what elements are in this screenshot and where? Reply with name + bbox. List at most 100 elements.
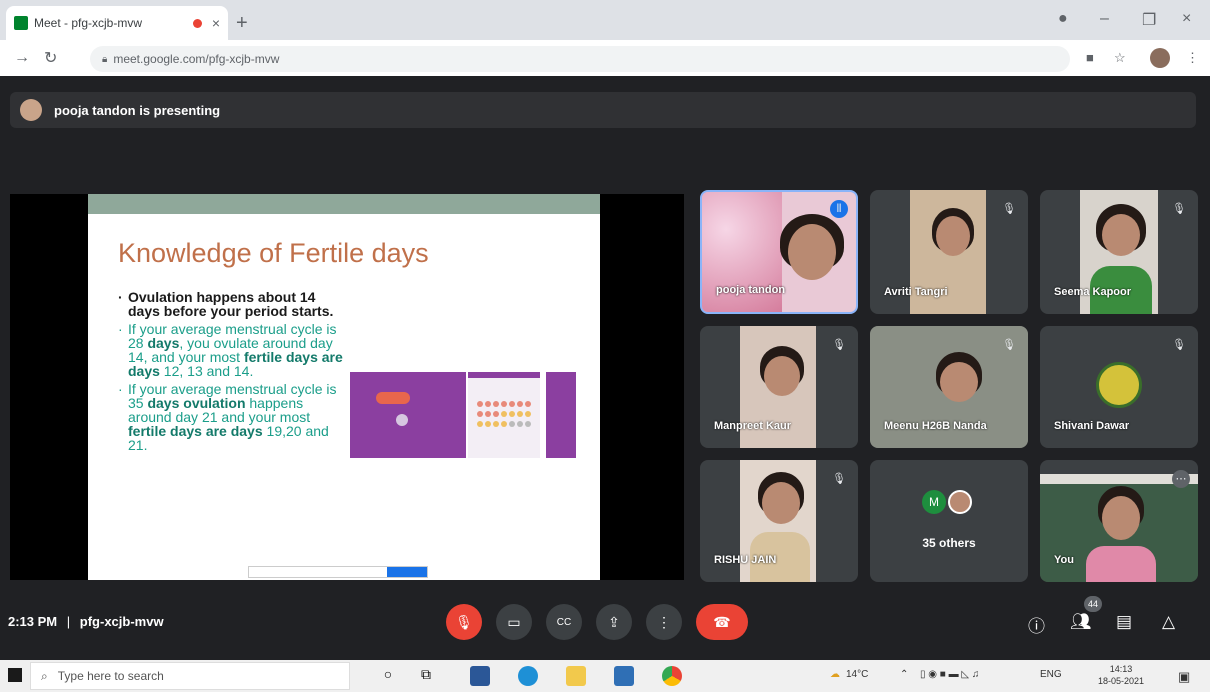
mic-off-icon: 🎙︎	[1172, 339, 1186, 351]
participant-name: pooja tandon	[716, 284, 786, 296]
browser-toolbar: → ↻ 🔒︎ meet.google.com/pfg-xcjb-mvw ■ ☆ …	[0, 40, 1210, 76]
search-icon: ⌕	[41, 668, 48, 683]
tab-title: Meet - pfg-xcjb-mvw	[34, 16, 143, 30]
more-options-button[interactable]: ⋮	[646, 604, 682, 640]
participant-name: Shivani Dawar	[1054, 420, 1130, 432]
presenter-avatar	[20, 99, 42, 121]
participant-video	[788, 224, 836, 280]
presenting-text: pooja tandon is presenting	[54, 102, 221, 118]
participant-count-badge: 44	[1084, 596, 1102, 612]
participant-name: Manpreet Kaur	[714, 420, 792, 432]
reload-icon[interactable]: ↻	[44, 48, 57, 68]
participant-name: Avriti Tangri	[884, 286, 948, 298]
stop-sharing-button[interactable]	[387, 567, 427, 577]
people-icon[interactable]: 👥︎	[1070, 612, 1092, 632]
participant-tile[interactable]: 🎙︎ RISHU JAIN	[700, 460, 858, 582]
speaking-indicator-icon: ⦀	[830, 200, 848, 218]
participant-tile[interactable]: 🎙︎ Avriti Tangri	[870, 190, 1028, 314]
participant-tile[interactable]: 🎙︎ Seema Kapoor	[1040, 190, 1198, 314]
browser-tab[interactable]: Meet - pfg-xcjb-mvw ×	[6, 6, 228, 40]
present-button[interactable]: ⇪	[596, 604, 632, 640]
search-placeholder: Type here to search	[57, 669, 164, 683]
meet-favicon-icon	[14, 16, 28, 30]
hang-up-icon: ☎	[713, 613, 731, 630]
participant-tile[interactable]: ⦀ pooja tandon	[700, 190, 858, 314]
mail-icon[interactable]	[470, 666, 490, 686]
close-tab-icon[interactable]: ×	[212, 15, 220, 31]
participant-name: Seema Kapoor	[1054, 286, 1132, 298]
participant-face	[936, 216, 970, 256]
start-icon[interactable]	[8, 668, 22, 682]
participant-face	[762, 482, 800, 524]
presentation-slide: Knowledge of Fertile days · Ovulation hap…	[88, 194, 600, 580]
others-initial-avatar: M	[922, 490, 946, 514]
clock-time: 14:13	[1109, 664, 1133, 674]
participant-face	[1102, 214, 1140, 256]
new-tab-button[interactable]: +	[236, 12, 248, 35]
store-icon[interactable]	[614, 666, 634, 686]
participant-face	[1102, 496, 1140, 540]
weather-icon: ☁	[830, 669, 840, 680]
taskbar-clock[interactable]: 14:13 18-05-2021	[1098, 663, 1144, 687]
tray-chevron-icon[interactable]: ⌃	[900, 669, 908, 680]
slide-title: Knowledge of Fertile days	[118, 238, 429, 268]
more-options-icon[interactable]: ⋯	[1172, 470, 1190, 488]
participant-tile[interactable]: 🎙︎ Shivani Dawar	[1040, 326, 1198, 448]
address-bar[interactable]: 🔒︎ meet.google.com/pfg-xcjb-mvw	[90, 46, 1070, 72]
captions-button[interactable]: CC	[546, 604, 582, 640]
participant-face	[940, 362, 978, 402]
task-view-icon[interactable]: ⧉	[416, 666, 436, 686]
camera-icon: ▭	[507, 613, 521, 630]
bookmark-star-icon[interactable]: ☆	[1114, 50, 1126, 66]
mic-toggle-button[interactable]: 🎙︎	[446, 604, 482, 640]
participant-name: You	[1054, 554, 1074, 566]
participant-tile[interactable]: 🎙︎ Manpreet Kaur	[700, 326, 858, 448]
forward-icon[interactable]: →	[14, 49, 30, 67]
profile-circle-icon[interactable]: ●	[1058, 10, 1068, 28]
browser-menu-icon[interactable]: ⋮	[1186, 50, 1199, 66]
participant-clothing	[1086, 546, 1156, 582]
participant-name: Meenu H26B Nanda	[884, 420, 987, 432]
file-explorer-icon[interactable]	[566, 666, 586, 686]
url-text: meet.google.com/pfg-xcjb-mvw	[113, 52, 280, 66]
edge-icon[interactable]	[518, 666, 538, 686]
meeting-info-icon[interactable]: ⓘ	[1028, 612, 1045, 637]
leave-call-button[interactable]: ☎	[696, 604, 748, 640]
others-count-label: 35 others	[922, 536, 976, 550]
meeting-details: 2:13 PM | pfg-xcjb-mvw	[8, 614, 164, 629]
screen-share-notice	[248, 566, 428, 578]
input-language[interactable]: ENG	[1040, 669, 1062, 680]
profile-avatar[interactable]	[1150, 48, 1170, 68]
lock-icon: 🔒︎	[102, 53, 108, 65]
browser-window: Meet - pfg-xcjb-mvw × + ● – ❐ × → ↻ 🔒︎ m…	[0, 0, 1210, 76]
recording-dot-icon	[192, 18, 202, 28]
participant-tile[interactable]: 🎙︎ Meenu H26B Nanda	[870, 326, 1028, 448]
close-window-icon[interactable]: ×	[1182, 10, 1191, 28]
chrome-icon[interactable]	[662, 666, 682, 686]
others-tile[interactable]: M 35 others	[870, 460, 1028, 582]
fertility-app-illustration	[350, 372, 576, 458]
meeting-controls-bar: 2:13 PM | pfg-xcjb-mvw 🎙︎ ▭ CC ⇪ ⋮ ☎ ⓘ 👥…	[0, 596, 1210, 652]
participant-name: RISHU JAIN	[714, 554, 777, 566]
participant-face	[764, 356, 800, 396]
cortana-icon[interactable]: ○	[378, 666, 398, 686]
activities-icon[interactable]: △	[1162, 612, 1175, 632]
tray-icons[interactable]: ▯ ◉ ■ ▬ ◺ ♫	[920, 669, 979, 680]
minimize-icon[interactable]: –	[1100, 10, 1109, 28]
notification-center-icon[interactable]: ▣	[1178, 669, 1190, 685]
slide-header-band	[88, 194, 600, 214]
clock-date: 18-05-2021	[1098, 676, 1145, 686]
slide-bullet: · If your average menstrual cycle is 35 …	[118, 381, 337, 453]
captions-icon: CC	[556, 616, 572, 628]
mic-off-icon: 🎙︎	[455, 613, 473, 630]
mic-off-icon: 🎙︎	[832, 473, 846, 485]
taskbar-search-box[interactable]: ⌕ Type here to search	[30, 662, 350, 690]
mic-off-icon: 🎙︎	[1002, 339, 1016, 351]
weather-temp[interactable]: 14°C	[846, 669, 868, 680]
self-tile[interactable]: ⋯ You	[1040, 460, 1198, 582]
restore-icon[interactable]: ❐	[1142, 10, 1156, 30]
presenting-banner: pooja tandon is presenting	[10, 92, 1196, 128]
camera-indicator-icon[interactable]: ■	[1086, 50, 1094, 65]
chat-icon[interactable]: ▤	[1116, 612, 1132, 632]
camera-toggle-button[interactable]: ▭	[496, 604, 532, 640]
